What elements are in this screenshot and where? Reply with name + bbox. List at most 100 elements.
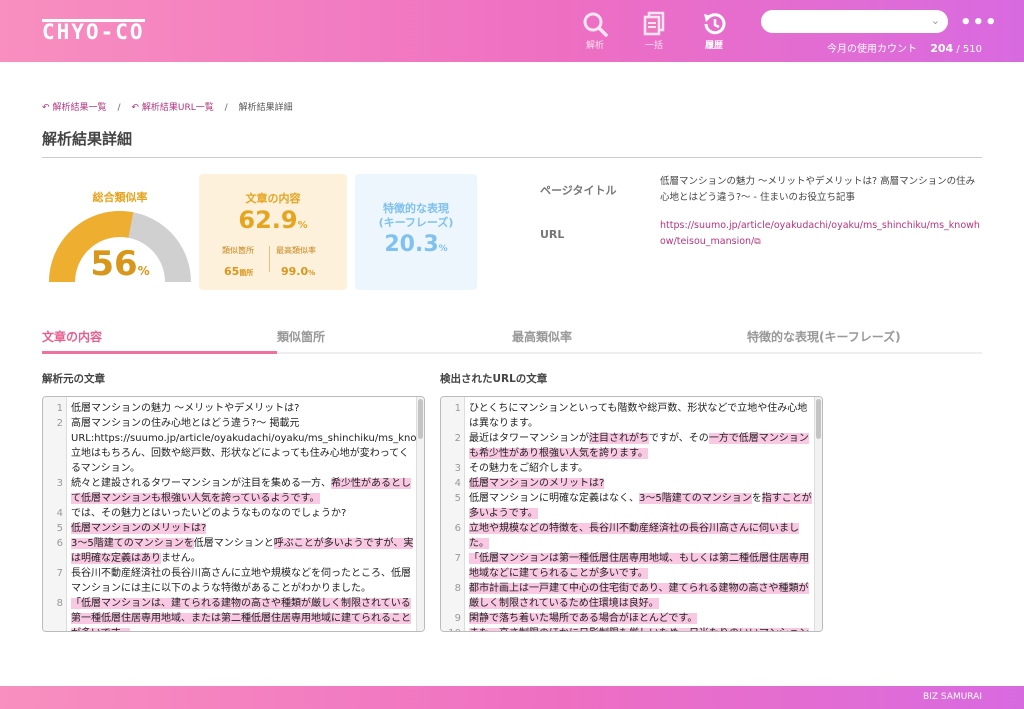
usage-label: 今月の使用カウント [827, 44, 918, 55]
similar-spots-label: 類似箇所 [222, 246, 254, 255]
line-text: 低層マンションと [193, 538, 274, 549]
scrollbar[interactable] [416, 397, 424, 631]
text-line: 10 また、高さ制限のほかに日影制限も厳しいため、日当たりのいいマンション [441, 626, 815, 631]
content-similarity-card: 文章の内容 62.9% 類似箇所 最高類似率 65箇所 99.0% [199, 174, 347, 290]
overall-similarity-unit: % [137, 264, 150, 278]
text-line: 3 その魅力をご紹介します。 [441, 461, 815, 476]
line-number: 8 [56, 598, 63, 609]
breadcrumb-link-results[interactable]: 解析結果一覧 [53, 103, 107, 113]
line-number: 1 [454, 403, 461, 414]
line-text: 続々と建設されるタワーマンションが注目を集める一方、 [71, 478, 331, 489]
detected-text-lines: 1 ひとくちにマンションといっても階数や総戸数、形状などで立地や住み心地は異なりま… [441, 401, 815, 631]
line-number: 4 [56, 508, 63, 519]
detected-text-heading: 検出されたURLの文章 [440, 373, 548, 385]
search-icon [575, 10, 615, 38]
line-number: 5 [454, 493, 461, 504]
usage-counter: 今月の使用カウント 204 / 510 [827, 40, 982, 55]
usage-total: / 510 [956, 44, 982, 55]
text-line: 7 「低層マンションは第一種低層住居専用地域、もしくは第二種低層住居専用地域などに… [441, 551, 815, 581]
highlighted-text: 「低層マンションは第一種低層住居専用地域、もしくは第二種低層住居専用地域などに建… [469, 553, 809, 579]
highlighted-text: 3〜5階建てのマンション [639, 493, 752, 504]
line-number: 8 [454, 583, 461, 594]
line-number: 5 [56, 523, 63, 534]
line-text: 低層マンションに明確な定義はなく、 [469, 493, 639, 504]
line-number: 4 [454, 478, 461, 489]
nav-analyze[interactable]: 解析 [575, 10, 615, 51]
tab-max-similarity[interactable]: 最高類似率 [512, 328, 572, 354]
divider [42, 157, 982, 158]
highlighted-text: 都市計画上は一戸建て中心の住宅街であり、建てられる建物の高さや種類が厳しく制限さ… [469, 583, 809, 609]
line-text: では、その魅力とはいったいどのようなものなのでしょうか? [71, 508, 347, 519]
footer-brand: BIZ SAMURAI [923, 692, 982, 702]
url-value[interactable]: https://suumo.jp/article/oyakudachi/oyak… [660, 218, 982, 250]
page-title-label: ページタイトル [540, 184, 617, 197]
history-icon [694, 10, 734, 38]
line-number: 3 [454, 463, 461, 474]
overall-similarity-number: 56 [90, 244, 138, 284]
url-link[interactable]: https://suumo.jp/article/oyakudachi/oyak… [660, 220, 980, 247]
line-text: 高層マンションの住み心地とはどう違う?〜 掲載元URL:https://suum… [71, 418, 424, 474]
highlighted-text: また、高さ制限のほかに日影制限も厳しいため、日当たりのいいマンション [469, 628, 809, 631]
content-card-title: 文章の内容 [245, 192, 301, 205]
tab-keyphrases[interactable]: 特徴的な表現(キーフレーズ) [747, 328, 901, 354]
content-card-value: 62.9% [238, 206, 308, 234]
highlighted-text: 呼ぶことが多いよう [273, 538, 364, 549]
app-footer: BIZ SAMURAI [0, 686, 1024, 709]
app-header: CHYO-CO 解析 一括 履歴 ⌄ ••• 今月の使用カウント 204 / 5… [0, 0, 1024, 62]
text-line: 1 ひとくちにマンションといっても階数や総戸数、形状などで立地や住み心地は異なりま… [441, 401, 815, 431]
account-select[interactable]: ⌄ [761, 10, 948, 33]
line-text: ません。 [161, 553, 201, 564]
keyphrase-card: 特徴的な表現 (キーフレーズ) 20.3% [355, 174, 477, 290]
source-text-lines: 1 低層マンションの魅力 〜メリットやデメリットは? 2 高層マンションの住み心地と… [43, 401, 424, 631]
text-line: 6 3〜5階建てのマンションを低層マンションと呼ぶことが多いようですが、実は明確な… [43, 536, 417, 566]
tab-similar-spots[interactable]: 類似箇所 [277, 328, 325, 354]
line-number: 2 [56, 418, 63, 429]
more-menu-icon[interactable]: ••• [960, 12, 998, 33]
scrollbar[interactable] [814, 397, 822, 631]
line-number: 6 [56, 538, 63, 549]
max-similarity-value: 99.0% [281, 265, 316, 278]
nav-history-label: 履歴 [704, 41, 723, 51]
text-line: 2 高層マンションの住み心地とはどう違う?〜 掲載元URL:https://su… [43, 416, 424, 476]
text-line: 4 では、その魅力とはいったいどのようなものなのでしょうか? [43, 506, 417, 521]
detected-text-panel[interactable]: 1 ひとくちにマンションといっても階数や総戸数、形状などで立地や住み心地は異なりま… [440, 396, 823, 632]
highlighted-text: 注目されがち [589, 433, 649, 444]
usage-used: 204 [930, 42, 954, 55]
text-line: 8 都市計画上は一戸建て中心の住宅街であり、建てられる建物の高さや種類が厳しく制限… [441, 581, 815, 611]
line-text: ひとくちにマンションといっても階数や総戸数、形状などで立地や住み心地は異なります… [469, 403, 808, 429]
breadcrumb: ↶ 解析結果一覧 / ↶ 解析結果URL一覧 / 解析結果詳細 [42, 103, 293, 113]
line-number: 6 [454, 523, 461, 534]
external-link-icon[interactable]: ⧉ [754, 237, 760, 247]
line-number: 9 [454, 613, 461, 624]
text-line: 6 立地や規模などの特徴を、長谷川不動産経済社の長谷川高さんに伺いました。 [441, 521, 815, 551]
line-number: 2 [454, 433, 461, 444]
breadcrumb-link-url-list[interactable]: 解析結果URL一覧 [142, 103, 214, 113]
text-line: 5 低層マンションのメリットは? [43, 521, 417, 536]
text-line: 8 「低層マンションは、建てられる建物の高さや種類が厳しく制限されている第一種低層… [43, 596, 417, 631]
active-tab-indicator [42, 351, 277, 354]
highlighted-text: 低層マンションのメリットは? [71, 523, 207, 534]
back-arrow-icon: ↶ [131, 103, 139, 113]
text-line: 7 長谷川不動産経済社の長谷川高さんに立地や規模などを伺ったところ、低層マンション… [43, 566, 417, 596]
line-number: 3 [56, 478, 63, 489]
scrollbar-thumb[interactable] [816, 399, 821, 439]
source-text-panel[interactable]: 1 低層マンションの魅力 〜メリットやデメリットは? 2 高層マンションの住み心地と… [42, 396, 425, 632]
scrollbar-thumb[interactable] [418, 399, 423, 439]
text-line: 1 低層マンションの魅力 〜メリットやデメリットは? [43, 401, 417, 416]
nav-history[interactable]: 履歴 [694, 10, 734, 51]
logo[interactable]: CHYO-CO [42, 19, 145, 43]
highlighted-text: 「低層マンションは、建てられる建物の高さや種類が厳しく制限されている第一種低層住… [71, 598, 411, 631]
text-line: 5 低層マンションに明確な定義はなく、3〜5階建てのマンションを指すことが多いよう… [441, 491, 815, 521]
max-similarity-label: 最高類似率 [276, 246, 316, 255]
chevron-down-icon: ⌄ [930, 14, 940, 27]
breadcrumb-current: 解析結果詳細 [238, 103, 293, 113]
documents-icon [634, 10, 674, 38]
line-text: 長谷川不動産経済社の長谷川高さんに立地や規模などを伺ったところ、低層マンションに… [71, 568, 411, 594]
back-arrow-icon: ↶ [42, 103, 50, 113]
text-line: 9 閑静で落ち着いた場所である場合がほとんどです。 [441, 611, 815, 626]
line-text: その魅力をご紹介します。 [469, 463, 588, 474]
line-text: 低層マンションの魅力 〜メリットやデメリットは? [71, 403, 300, 414]
nav-batch-label: 一括 [644, 41, 663, 51]
nav-batch[interactable]: 一括 [634, 10, 674, 51]
highlighted-text: 閑静で落ち着いた場所である場合がほとんどです。 [469, 613, 698, 624]
